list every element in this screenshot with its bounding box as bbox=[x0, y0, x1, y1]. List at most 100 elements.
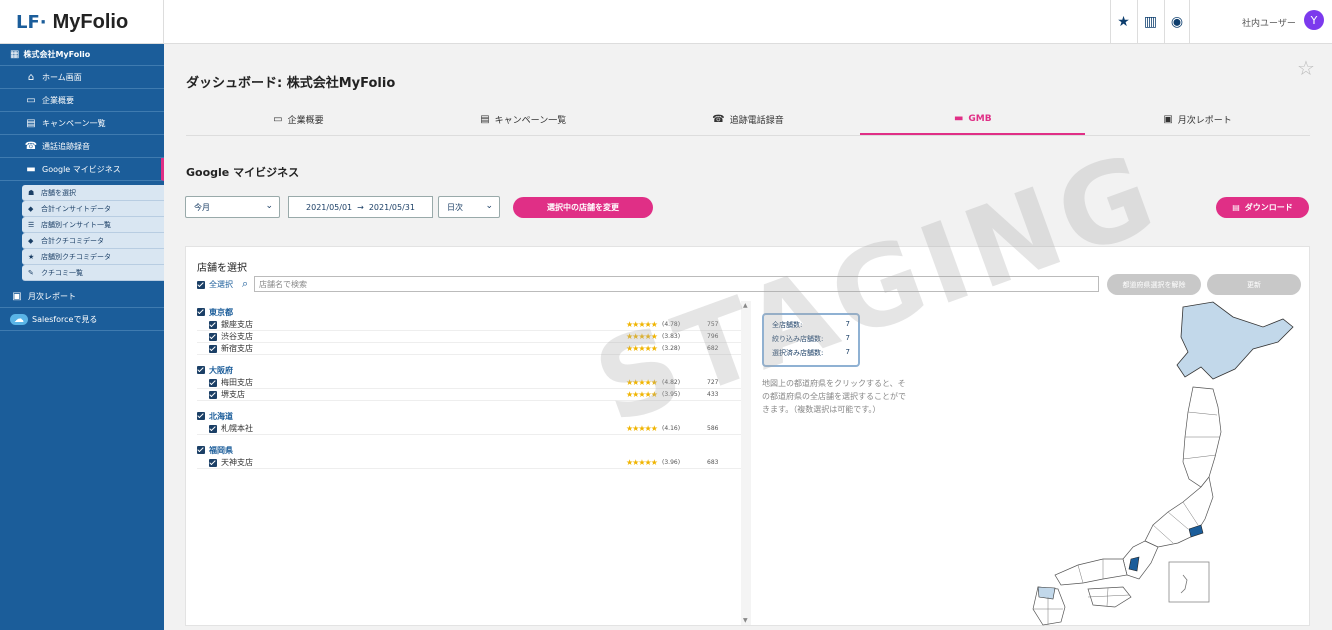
rating-value: (3.28) bbox=[662, 345, 681, 352]
dashboard-icon[interactable]: ◉ bbox=[1164, 0, 1190, 44]
sidebar-sub-total-reviews[interactable]: ◆ 合計クチコミデータ bbox=[22, 233, 164, 249]
tab-label: GMB bbox=[968, 113, 992, 124]
granularity-select[interactable]: 日次 ⌄ bbox=[438, 196, 500, 218]
map-region-chubu-kanto[interactable] bbox=[1144, 476, 1214, 548]
tab-monthly-report[interactable]: ▣ 月次レポート bbox=[1085, 104, 1310, 135]
checkbox-icon bbox=[197, 366, 205, 374]
checkbox-icon bbox=[209, 320, 217, 329]
map-region-shikoku[interactable] bbox=[1087, 586, 1132, 608]
phone-icon: ☎ bbox=[712, 114, 725, 125]
prefecture-row-osaka[interactable]: 大阪府 bbox=[197, 363, 741, 377]
sidebar-item-google-my-business[interactable]: ▬ Google マイビジネス bbox=[0, 158, 164, 181]
map-region-kansai[interactable] bbox=[1122, 540, 1159, 580]
date-range-picker[interactable]: 2021/05/01 → 2021/05/31 bbox=[288, 196, 433, 218]
store-name: 新宿支店 bbox=[221, 344, 253, 353]
sidebar-item-call-tracking[interactable]: ☎ 通話追跡録音 bbox=[0, 135, 164, 158]
list-scrollbar[interactable]: ▲ ▼ bbox=[741, 301, 751, 625]
favorites-star-icon[interactable]: ★ bbox=[1110, 0, 1136, 44]
sidebar-item-company-overview[interactable]: ▭ 企業概要 bbox=[0, 89, 164, 112]
list-icon: ▤ bbox=[480, 114, 490, 125]
map-region-chugoku[interactable] bbox=[1054, 558, 1128, 586]
download-button[interactable]: ▤ ダウンロード bbox=[1216, 197, 1309, 218]
count-value: 7 bbox=[845, 334, 850, 342]
store-row[interactable]: 渋谷支店 ★★★★★ (3.83) 796 bbox=[197, 331, 741, 343]
sidebar-sub-store-insights[interactable]: ☰ 店舗別インサイト一覧 bbox=[22, 217, 164, 233]
store-row[interactable]: 新宿支店 ★★★★★ (3.28) 682 bbox=[197, 343, 741, 355]
logo-mark: LF· bbox=[16, 11, 47, 33]
logo[interactable]: LF· MyFolio bbox=[0, 0, 164, 44]
review-count: 757 bbox=[707, 321, 719, 328]
sidebar-item-monthly-report[interactable]: ▣ 月次レポート bbox=[0, 285, 164, 308]
checkbox-icon bbox=[209, 424, 217, 433]
sidebar-sub-store-select[interactable]: ☗ 店舗を選択 bbox=[22, 185, 164, 201]
scroll-down-icon[interactable]: ▼ bbox=[743, 617, 748, 624]
sidebar-sub-store-reviews[interactable]: ★ 店舗別クチコミデータ bbox=[22, 249, 164, 265]
sidebar-sub-review-list[interactable]: ✎ クチコミ一覧 bbox=[22, 265, 164, 281]
page-title: ダッシュボード: 株式会社MyFolio bbox=[186, 76, 396, 91]
chevron-down-icon: ⌄ bbox=[485, 201, 493, 211]
prefecture-row-hokkaido[interactable]: 北海道 bbox=[197, 409, 741, 423]
scroll-up-icon[interactable]: ▲ bbox=[743, 302, 748, 309]
favorite-star-icon[interactable]: ☆ bbox=[1297, 56, 1315, 80]
update-button[interactable]: 更新 bbox=[1207, 274, 1301, 295]
tab-gmb[interactable]: ▬ GMB bbox=[860, 104, 1086, 135]
insight-icon: ◆ bbox=[28, 204, 34, 213]
store-row[interactable]: 堺支店 ★★★★★ (3.95) 433 bbox=[197, 389, 741, 401]
building-icon[interactable]: ▥ bbox=[1137, 0, 1163, 44]
map-okinawa-inset[interactable] bbox=[1168, 561, 1210, 603]
map-prefecture-hokkaido[interactable] bbox=[1176, 301, 1294, 380]
main-content: ダッシュボード: 株式会社MyFolio ☆ ▭ 企業概要 ▤ キャンペーン一覧… bbox=[164, 44, 1332, 630]
tab-call-tracking[interactable]: ☎ 追跡電話録音 bbox=[636, 104, 861, 135]
user-name[interactable]: 社内ユーザー bbox=[1242, 16, 1296, 29]
rating-stars: ★★★★★ bbox=[626, 390, 658, 399]
rating-stars: ★★★★★ bbox=[626, 378, 658, 387]
sidebar-item-home[interactable]: ⌂ ホーム画面 bbox=[0, 66, 164, 89]
store-row[interactable]: 梅田支店 ★★★★★ (4.82) 727 bbox=[197, 377, 741, 389]
id-card-icon: ▭ bbox=[273, 114, 283, 125]
sidebar-sub-total-insights[interactable]: ◆ 合計インサイトデータ bbox=[22, 201, 164, 217]
sidebar-item-salesforce[interactable]: ☁ Salesforceで見る bbox=[0, 308, 164, 331]
tab-label: 企業概要 bbox=[287, 116, 324, 126]
rating-stars: ★★★★★ bbox=[626, 344, 658, 353]
map-prefecture-fukuoka[interactable] bbox=[1037, 586, 1056, 600]
sidebar-submenu: ☗ 店舗を選択 ◆ 合計インサイトデータ ☰ 店舗別インサイト一覧 ◆ 合計クチ… bbox=[0, 181, 164, 285]
review-count: 727 bbox=[707, 379, 719, 386]
clear-prefecture-button[interactable]: 都道府県選択を解除 bbox=[1107, 274, 1201, 295]
prefecture-row-tokyo[interactable]: 東京都 bbox=[197, 305, 741, 319]
store-row[interactable]: 銀座支店 ★★★★★ (4.78) 757 bbox=[197, 319, 741, 331]
store-name: 梅田支店 bbox=[221, 378, 253, 387]
period-select[interactable]: 今月 ⌄ bbox=[185, 196, 280, 218]
checkbox-icon bbox=[197, 412, 205, 420]
arrow-right-icon: → bbox=[357, 202, 364, 212]
sidebar-sub-label: 店舗別インサイト一覧 bbox=[41, 220, 111, 229]
japan-prefecture-map[interactable] bbox=[883, 297, 1303, 627]
tab-company-overview[interactable]: ▭ 企業概要 bbox=[186, 104, 411, 135]
checkbox-icon bbox=[197, 446, 205, 454]
rating-value: (3.83) bbox=[662, 333, 681, 340]
store-row[interactable]: 札幌本社 ★★★★★ (4.16) 586 bbox=[197, 423, 741, 435]
sidebar-item-campaigns[interactable]: ▤ キャンペーン一覧 bbox=[0, 112, 164, 135]
count-line: 絞り込み店舗数: 7 bbox=[772, 334, 850, 348]
checkbox-icon bbox=[197, 280, 205, 289]
tab-campaigns[interactable]: ▤ キャンペーン一覧 bbox=[411, 104, 636, 135]
checkbox-icon bbox=[209, 344, 217, 353]
file-icon: ▤ bbox=[1232, 203, 1240, 212]
prefecture-row-fukuoka[interactable]: 福岡県 bbox=[197, 443, 741, 457]
store-search-input[interactable] bbox=[254, 276, 1099, 292]
change-stores-button[interactable]: 選択中の店舗を変更 bbox=[513, 197, 653, 218]
avatar[interactable]: Y bbox=[1304, 10, 1324, 30]
id-card-icon: ▭ bbox=[26, 94, 36, 106]
salesforce-icon: ☁ bbox=[10, 313, 28, 325]
select-all-checkbox[interactable]: 全選択 bbox=[197, 279, 233, 290]
store-row[interactable]: 天神支店 ★★★★★ (3.96) 683 bbox=[197, 457, 741, 469]
store-name: 札幌本社 bbox=[221, 424, 253, 433]
sidebar-item-label: ホーム画面 bbox=[42, 72, 82, 82]
sidebar-sub-label: 店舗を選択 bbox=[41, 188, 76, 197]
checkbox-icon bbox=[209, 332, 217, 341]
report-icon: ▣ bbox=[12, 290, 22, 302]
review-count: 586 bbox=[707, 425, 719, 432]
sidebar-company[interactable]: ▦ 株式会社MyFolio bbox=[0, 44, 164, 66]
